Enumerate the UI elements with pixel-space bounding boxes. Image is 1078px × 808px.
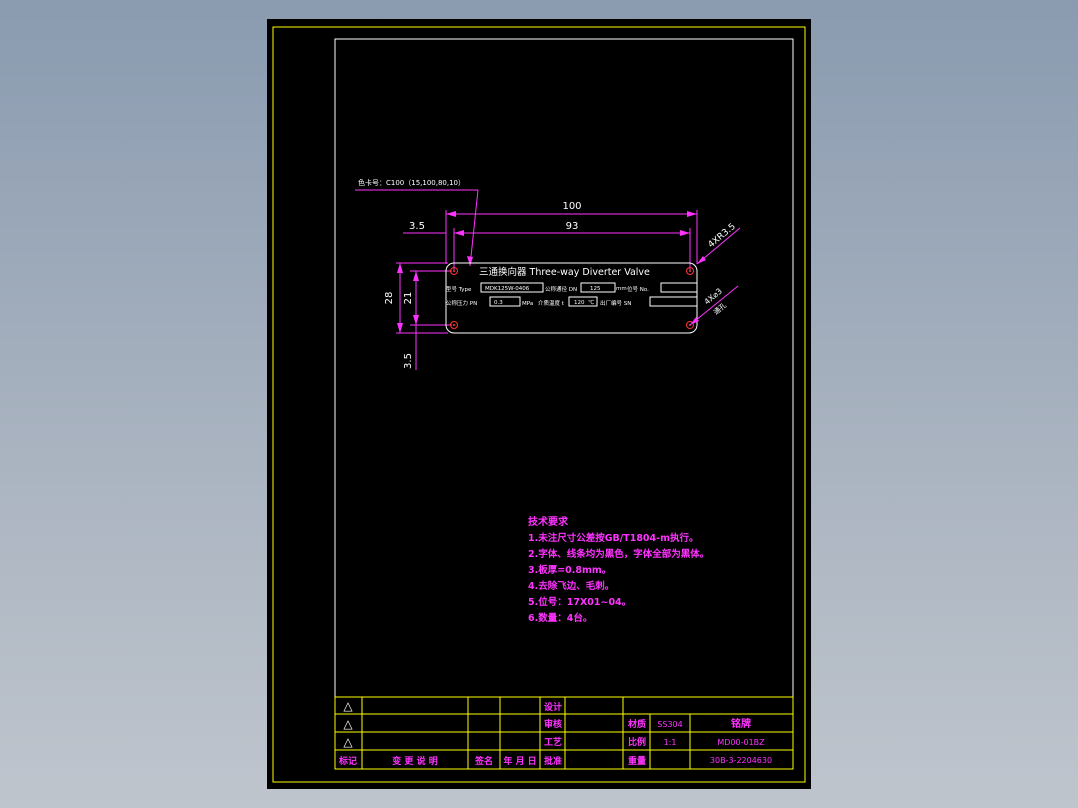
color-note: 色卡号：C100（15,100,80,10） bbox=[358, 178, 465, 187]
dim-overall-width: 100 bbox=[562, 201, 581, 212]
hole-center bbox=[453, 324, 455, 326]
tb-row-process: 工艺 bbox=[544, 736, 562, 748]
tb-col-sign: 签名 bbox=[474, 755, 493, 767]
tb-col-date: 年 月 日 bbox=[503, 755, 536, 767]
tb-part-name: 铭牌 bbox=[731, 717, 751, 730]
revision-triangle-icon: △ bbox=[343, 717, 353, 731]
tech-title: 技术要求 bbox=[528, 515, 569, 528]
tb-col-change: 变 更 说 明 bbox=[392, 755, 437, 767]
plate-unit-pn: MPa bbox=[522, 301, 533, 307]
tech-item: 3.板厚=0.8mm。 bbox=[528, 564, 611, 576]
tb-material-label: 材质 bbox=[627, 718, 646, 730]
tb-row-approve: 批准 bbox=[544, 755, 562, 767]
plate-value-temp: 120 bbox=[574, 300, 585, 306]
plate-label-no: 位号 No. bbox=[627, 285, 649, 293]
plate-unit-temp: ℃ bbox=[588, 299, 594, 306]
tb-doc-number: 30B-3-2204630 bbox=[710, 756, 772, 765]
revision-triangle-icon: △ bbox=[343, 735, 353, 749]
plate-label-sn: 出厂编号 SN bbox=[600, 299, 631, 307]
dim-bottom-offset: 3.5 bbox=[403, 353, 414, 369]
plate-title: 三通换向器 Three-way Diverter Valve bbox=[479, 266, 650, 278]
plate-label-temp: 介质温度 t bbox=[538, 299, 565, 307]
plate-value-type: MDK125W-0406 bbox=[485, 286, 530, 292]
plate-value-dn: 125 bbox=[590, 286, 601, 292]
plate-label-type: 型号 Type bbox=[446, 285, 472, 293]
tech-item: 1.未注尺寸公差按GB/T1804-m执行。 bbox=[528, 532, 699, 544]
revision-triangle-icon: △ bbox=[343, 699, 353, 713]
tb-row-design: 设计 bbox=[544, 701, 562, 713]
plate-label-pn: 公称压力 PN bbox=[446, 299, 477, 307]
tb-material-value: SS304 bbox=[657, 720, 682, 729]
hole-center bbox=[689, 270, 691, 272]
tech-item: 5.位号：17X01~04。 bbox=[528, 596, 631, 608]
tb-scale-label: 比例 bbox=[628, 736, 646, 748]
plate-value-pn: 0.3 bbox=[494, 300, 503, 306]
tech-item: 6.数量：4台。 bbox=[528, 612, 592, 624]
tb-scale-value: 1:1 bbox=[664, 738, 677, 747]
tb-col-marker: 标记 bbox=[338, 755, 357, 767]
plate-unit-dn: mm bbox=[616, 286, 627, 292]
dim-hole-spacing: 93 bbox=[566, 221, 579, 232]
tb-row-review: 审核 bbox=[544, 718, 562, 730]
hole-center bbox=[453, 270, 455, 272]
dim-hole-vertical: 21 bbox=[403, 292, 414, 305]
cad-drawing-canvas[interactable]: 色卡号：C100（15,100,80,10） 100 93 3.5 28 21 … bbox=[0, 0, 1078, 808]
dim-left-offset: 3.5 bbox=[409, 221, 425, 232]
tb-weight-label: 重量 bbox=[628, 755, 646, 767]
tb-drawing-number: MD00-01BZ bbox=[717, 738, 765, 747]
dim-overall-height: 28 bbox=[384, 292, 395, 305]
drawing-sheet bbox=[267, 19, 811, 789]
tech-item: 2.字体、线条均为黑色，字体全部为黑体。 bbox=[528, 548, 709, 560]
tech-item: 4.去除飞边、毛刺。 bbox=[528, 580, 614, 592]
plate-label-dn: 公称通径 DN bbox=[545, 285, 577, 293]
